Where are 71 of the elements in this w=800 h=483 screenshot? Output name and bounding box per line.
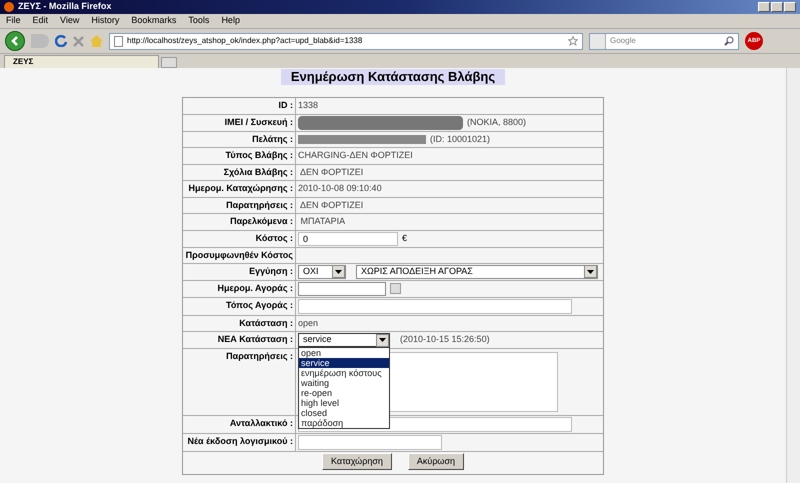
field-value: 2010-10-08 09:10:40 [298,182,382,195]
bookmark-star-icon[interactable] [568,36,578,46]
dropdown-option[interactable]: service [299,358,389,368]
field-value: ΜΠΑΤΑΡΙΑ [300,215,346,228]
text-input[interactable] [298,435,442,450]
menu-item[interactable]: History [91,14,120,28]
status-timestamp: (2010-10-15 15:26:50) [400,333,490,346]
form-button[interactable]: Ακύρωση [408,453,464,470]
field-value: open [298,316,318,330]
field-value: ΔΕΝ ΦΟΡΤΙΖΕΙ [299,198,364,212]
menu-item[interactable]: Help [221,14,240,28]
calendar-button[interactable] [390,283,401,294]
field-label: Τύπος Βλάβης : [183,148,296,164]
menu-item[interactable]: Edit [32,14,48,28]
menu-item[interactable]: View [60,14,80,28]
field-value: 1338 [298,99,318,112]
back-button[interactable] [5,31,25,51]
search-icon[interactable] [724,36,734,46]
dropdown-option[interactable]: ενημέρωση κόστους [299,368,389,378]
field-label: Σχόλια Βλάβης : [183,164,296,180]
browser-tab[interactable]: ΖΕΥΣ [4,55,159,68]
field-label: Ημερομ. Καταχώρησης : [183,181,296,196]
field-value: (ID: 10001021) [430,132,490,146]
dropdown-option[interactable]: open [299,348,389,358]
maximize-button[interactable] [771,2,783,12]
menu-item[interactable]: Bookmarks [131,14,176,28]
form-button[interactable]: Καταχώρηση [322,453,392,470]
field-label: Παρελκόμενα : [183,214,296,230]
cost-input[interactable]: 0 [298,232,398,246]
dropdown-option[interactable]: re-open [299,388,389,398]
scrollbar[interactable] [786,68,800,483]
new-tab-button[interactable] [161,57,177,68]
text-input[interactable] [298,298,572,314]
status-select[interactable]: service [298,333,390,347]
field-label: Ημερομ. Αγοράς : [183,280,296,296]
minimize-button[interactable] [758,2,770,12]
field-value: (NOKIA, 8800) [467,116,526,129]
field-label: Κόστος : [183,230,296,246]
dropdown-option[interactable]: waiting [299,378,389,388]
search-bar[interactable]: Google [589,32,739,50]
address-bar[interactable]: http://localhost/zeys_atshop_ok/index.php?act=upd_blab&id=1338 [109,32,583,50]
field-value: ΔΕΝ ΦΟΡΤΙΖΕΙ [299,166,364,178]
currency-sign: € [402,232,408,245]
close-button[interactable] [784,2,796,12]
warranty-select[interactable]: ΟΧΙ [298,264,346,278]
dropdown-option[interactable]: παράδοση [299,418,389,428]
field-label: Κατάσταση : [183,316,296,331]
field-label: ΝΕΑ Κατάσταση : [183,332,296,348]
field-label: Εγγύηση : [183,264,296,280]
url-text: http://localhost/zeys_atshop_ok/index.php?act=upd_blab&id=1338 [127,35,362,47]
field-value: CHARGING-ΔΕΝ ΦΟΡΤΙΖΕΙ [298,149,413,162]
field-label: Ανταλλακτικό : [183,416,296,433]
search-input[interactable]: Google [610,35,710,47]
date-input[interactable] [298,282,386,296]
page-title: Ενημέρωση Κατάστασης Βλάβης [280,69,506,85]
field-label: Προσυμφωνηθέν Κόστος [183,248,296,262]
field-label: Νέα έκδοση λογισμικού : [183,434,296,451]
field-label: IMEI / Συσκευή : [183,114,296,130]
field-label: Πελάτης : [183,132,296,147]
window-title: ΖΕΥΣ - Mozilla Firefox [18,0,112,14]
menu-item[interactable]: Tools [188,14,210,28]
dropdown-option[interactable]: high level [299,398,389,408]
field-label: ID : [183,98,296,114]
field-label: Παρατηρήσεις : [183,198,296,213]
menu-item[interactable]: File [6,14,21,28]
dropdown-option[interactable]: closed [299,408,389,418]
reload-icon[interactable] [55,35,67,47]
receipt-select[interactable]: ΧΩΡΙΣ ΑΠΟΔΕΙΞΗ ΑΓΟΡΑΣ [356,264,598,278]
field-label: Παρατηρήσεις : [183,349,296,415]
field-label: Τόπος Αγοράς : [183,298,296,314]
page-icon [114,36,123,46]
